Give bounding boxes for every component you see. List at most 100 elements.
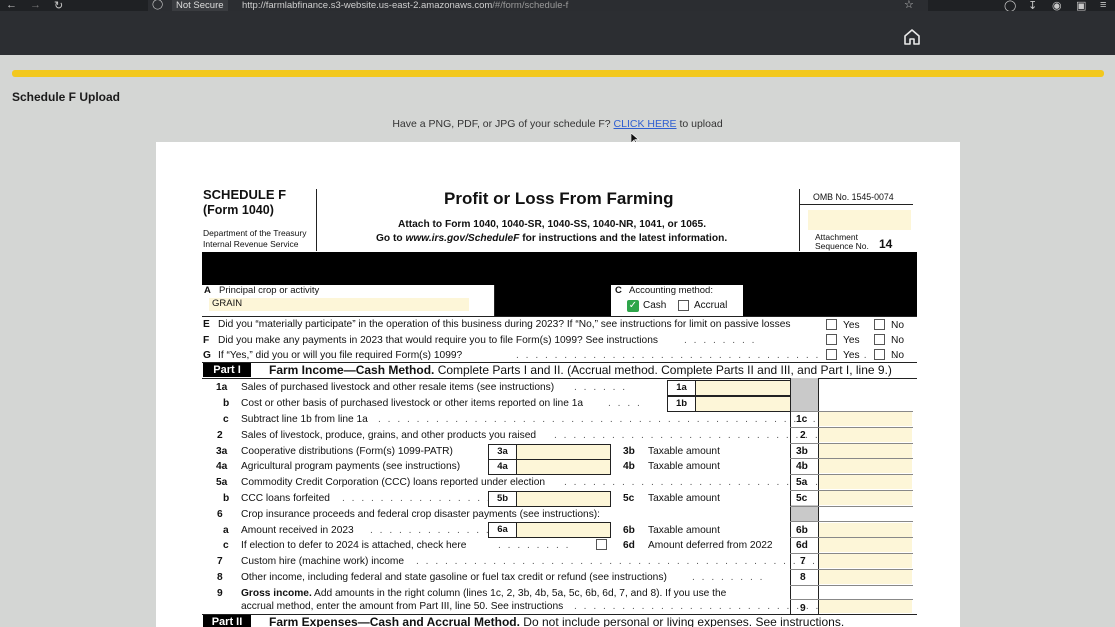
line-3b-box-label: 3b (796, 446, 808, 457)
line-6c-number: c (223, 540, 229, 551)
line-5b-text: CCC loans forfeited (241, 493, 330, 504)
line-9-text-2: accrual method, enter the amount from Pa… (241, 601, 564, 612)
goto-line: Go to www.irs.gov/ScheduleF for instruct… (376, 233, 727, 244)
line-6a-input[interactable] (516, 522, 611, 538)
line-f-no-checkbox[interactable] (874, 334, 885, 345)
line-4a-input[interactable] (516, 459, 611, 475)
line-8-dots: . . . . . . . . (692, 572, 765, 583)
line-1a-dots: . . . . . . (574, 382, 628, 393)
accrual-checkbox[interactable] (678, 300, 689, 311)
forward-icon[interactable]: → (30, 0, 41, 11)
line-2-amount[interactable] (819, 428, 912, 442)
line-3a-input[interactable] (516, 444, 611, 460)
line-3a-number: 3a (216, 446, 228, 457)
line-6d-number: 6d (623, 540, 635, 551)
line-c-letter: C (615, 285, 622, 296)
line-g-dots: . . . . . . . . . . . . . . . . . . . . … (516, 350, 898, 361)
line-6c-dots: . . . . . . . . (498, 540, 571, 551)
line-4b-number: 4b (623, 461, 635, 472)
cash-checkbox[interactable]: ✓ (627, 300, 639, 312)
line-1c-dots: . . . . . . . . . . . . . . . . . . . . … (378, 414, 866, 425)
line-5a-amount[interactable] (819, 475, 912, 489)
line-6d-amount[interactable] (819, 538, 912, 552)
part1-heading: Farm Income—Cash Method. Complete Parts … (269, 363, 892, 377)
line-3b-amount[interactable] (819, 444, 912, 458)
part2-heading: Farm Expenses—Cash and Accrual Method. D… (269, 615, 844, 627)
line-e-letter: E (203, 319, 210, 330)
line-e-yes-checkbox[interactable] (826, 319, 837, 330)
line-5a-box-label: 5a (796, 477, 808, 488)
part1-subtitle: Complete Parts I and II. (Accrual method… (434, 363, 892, 377)
line-5c-amount[interactable] (819, 491, 912, 505)
line-3b-text: Taxable amount (648, 446, 720, 457)
line-4b-amount[interactable] (819, 459, 912, 473)
line-6d-box-label: 6d (796, 540, 808, 551)
line-2-number: 2 (217, 430, 223, 441)
line-9-bold: Gross income. (241, 588, 312, 599)
line-f-yes-checkbox[interactable] (826, 334, 837, 345)
line-f-no-label: No (891, 335, 905, 346)
line-4b-box-label: 4b (796, 461, 808, 472)
redacted-block-middle (495, 285, 611, 316)
sequence-label: Sequence No. (815, 241, 869, 251)
not-secure-badge[interactable]: Not Secure (172, 0, 228, 11)
part1-tag: Part I (203, 363, 251, 377)
shield-icon[interactable]: ◯ (152, 0, 163, 10)
header-divider-left (316, 189, 317, 251)
browser-toolbar: ← → ↻ ◯ Not Secure http://farmlabfinance… (0, 0, 1115, 12)
line-e-no-checkbox[interactable] (874, 319, 885, 330)
dept-line-2: Internal Revenue Service (203, 239, 299, 249)
line-g-no-checkbox[interactable] (874, 349, 885, 360)
line-e-text: Did you “materially participate” in the … (218, 319, 791, 330)
principal-crop-input[interactable] (209, 298, 469, 311)
shaded-cell-6 (791, 505, 818, 521)
part1-title: Farm Income—Cash Method. (269, 363, 435, 377)
bookmark-star-icon[interactable]: ☆ (904, 0, 914, 11)
line-5b-input[interactable] (516, 491, 611, 507)
line-1c-amount[interactable] (819, 412, 912, 426)
line-6b-amount[interactable] (819, 523, 912, 537)
line-5c-box-label: 5c (796, 493, 808, 504)
line-f-yes-label: Yes (843, 335, 860, 346)
line-8-amount[interactable] (819, 570, 912, 584)
line-1b-text: Cost or other basis of purchased livesto… (241, 398, 584, 409)
line-7-text: Custom hire (machine work) income (241, 556, 405, 567)
line-4b-text: Taxable amount (648, 461, 720, 472)
row-rule (790, 506, 913, 507)
line-1a-number: 1a (216, 382, 228, 393)
line-g-yes-checkbox[interactable] (826, 349, 837, 360)
line-1c-box-label: 1c (796, 414, 808, 425)
line-5a-number: 5a (216, 477, 228, 488)
line-5a-text: Commodity Credit Corporation (CCC) loans… (241, 477, 546, 488)
line-9-amount[interactable] (819, 600, 912, 613)
line-g-no-label: No (891, 350, 905, 361)
line-6c-checkbox[interactable] (596, 539, 607, 550)
upload-link[interactable]: CLICK HERE (614, 118, 677, 130)
sequence-number: 14 (879, 237, 893, 251)
line-6b-box-label: 6b (796, 525, 808, 536)
goto-url: www.irs.gov/ScheduleF (405, 233, 520, 244)
url-text[interactable]: http://farmlabfinance.s3-website.us-east… (242, 0, 568, 11)
line-4a-text: Agricultural program payments (see instr… (241, 461, 461, 472)
row-rule (790, 521, 913, 522)
tax-year-field[interactable] (808, 210, 911, 230)
line-3b-number: 3b (623, 446, 635, 457)
menu-icon[interactable]: ≡ (1100, 0, 1106, 11)
part2-subtitle: Do not include personal or living expens… (519, 615, 845, 627)
line-5b-label-box: 5b (488, 491, 517, 507)
url-path: /#/form/schedule-f (492, 0, 569, 11)
back-icon[interactable]: ← (6, 0, 17, 11)
line-2-box-label: 2 (800, 430, 806, 441)
line-1b-input[interactable] (695, 396, 791, 412)
home-icon[interactable] (903, 28, 921, 46)
line-5a-dots: . . . . . . . . . . . . . . . . . . . . … (564, 477, 830, 488)
rule-e (202, 316, 917, 317)
line-6-text: Crop insurance proceeds and federal crop… (241, 509, 601, 520)
address-bar[interactable]: ◯ Not Secure http://farmlabfinance.s3-we… (148, 0, 928, 11)
line-7-amount[interactable] (819, 554, 912, 568)
line-1a-input[interactable] (695, 380, 791, 396)
upload-prompt: Have a PNG, PDF, or JPG of your schedule… (0, 118, 1115, 130)
line-6a-number: a (223, 525, 229, 536)
omb-number: OMB No. 1545-0074 (813, 192, 894, 202)
upload-suffix: to upload (676, 118, 723, 130)
